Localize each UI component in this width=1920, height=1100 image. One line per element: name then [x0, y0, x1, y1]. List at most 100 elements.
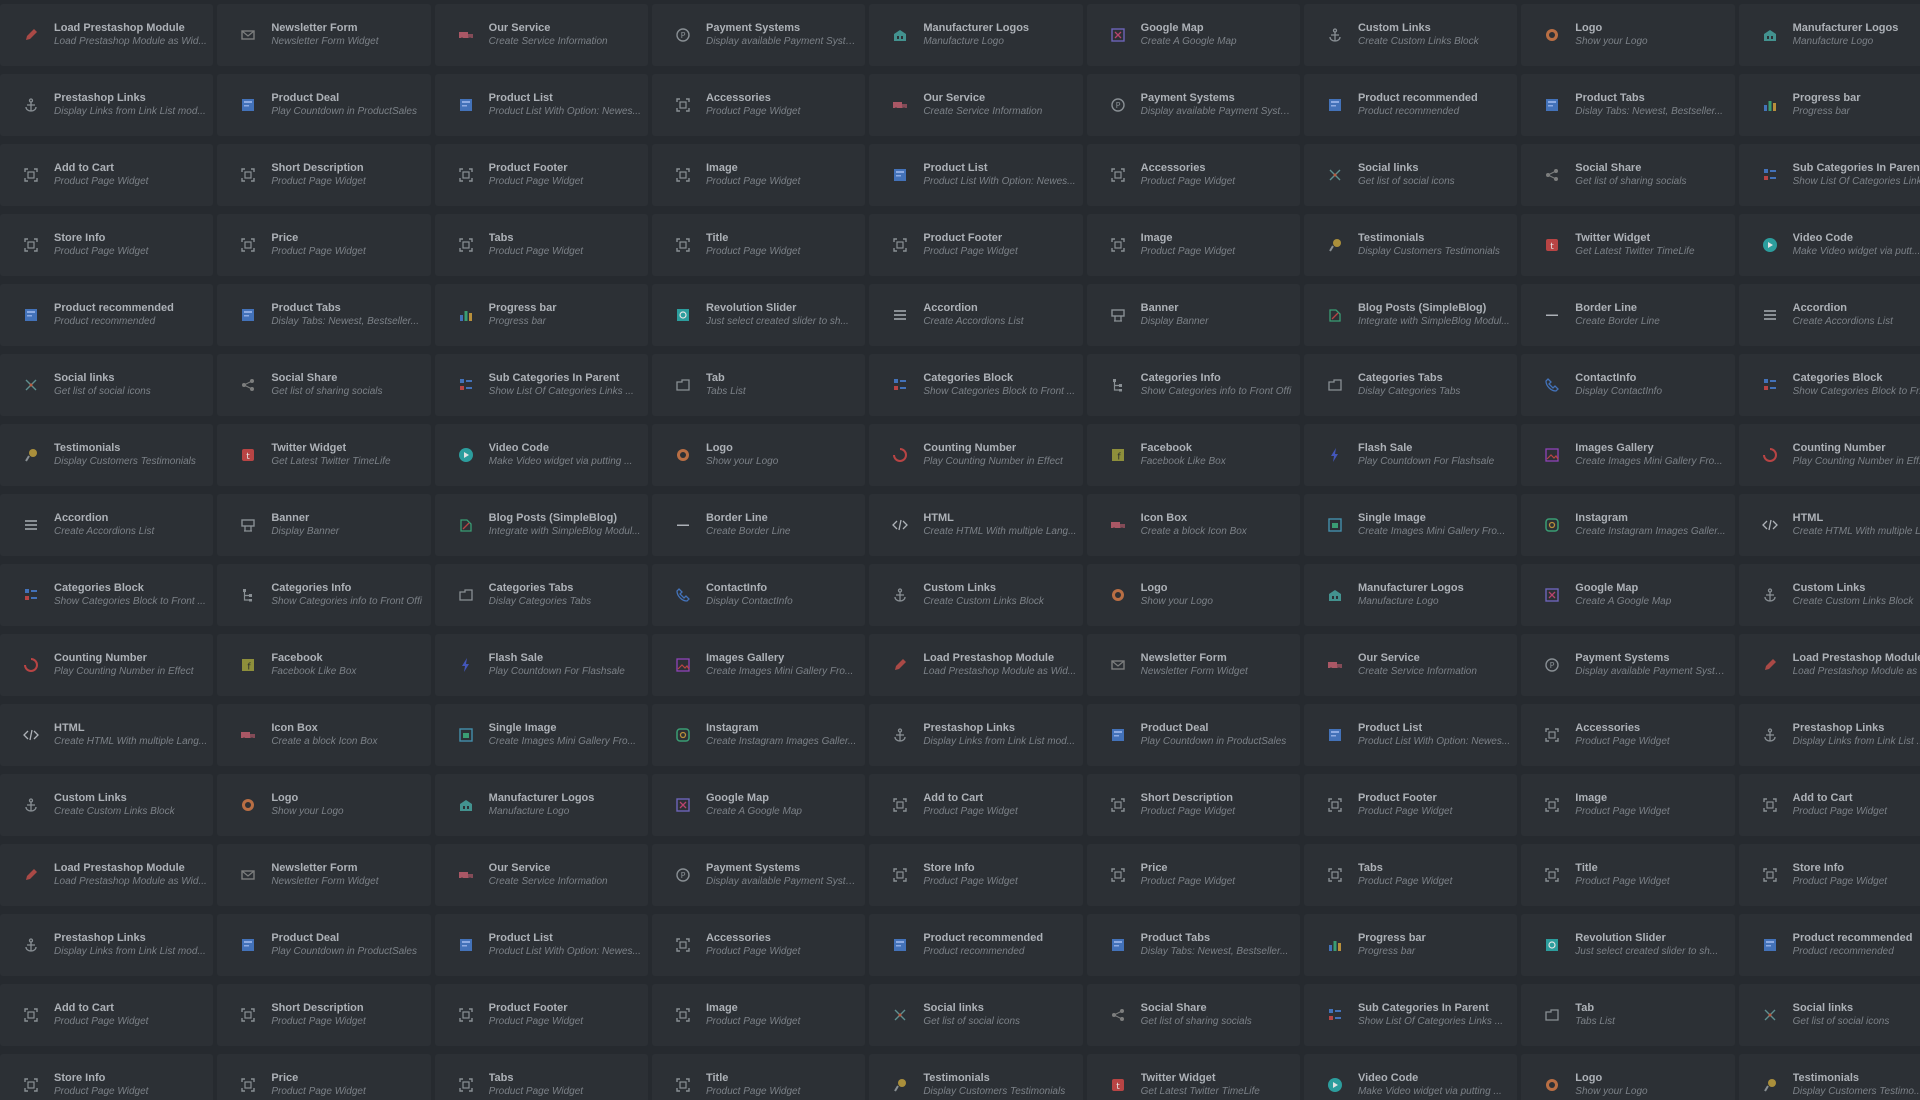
widget-tile[interactable]: Border Line Create Border Line [651, 494, 866, 556]
widget-tile[interactable]: ContactInfo Display ContactInfo [1521, 354, 1735, 416]
widget-tile[interactable]: Manufacturer Logos Manufacture Logo [1303, 564, 1518, 626]
widget-tile[interactable]: Accessories Product Page Widget [1521, 704, 1735, 766]
widget-tile[interactable]: Google Map Create A Google Map [651, 774, 866, 836]
widget-tile[interactable]: Product Footer Product Page Widget [434, 984, 648, 1046]
widget-tile[interactable]: Newsletter Form Newsletter Form Widget [217, 4, 431, 66]
widget-tile[interactable]: Product recommended Product recommended [0, 284, 214, 346]
widget-tile[interactable]: Counting Number Play Counting Number in E… [869, 424, 1083, 486]
widget-tile[interactable]: Product Deal Play Countdown in ProductSal… [217, 914, 431, 976]
widget-tile[interactable]: Prestashop Links Display Links from Link … [869, 704, 1083, 766]
widget-tile[interactable]: Image Product Page Widget [1086, 214, 1300, 276]
widget-tile[interactable]: Blog Posts (SimpleBlog) Integrate with Si… [1303, 284, 1518, 346]
widget-tile[interactable]: f Facebook Facebook Like Box [217, 634, 431, 696]
widget-tile[interactable]: Custom Links Create Custom Links Block [1738, 564, 1920, 626]
widget-tile[interactable]: Prestashop Links Display Links from Link … [0, 914, 214, 976]
widget-tile[interactable]: Blog Posts (SimpleBlog) Integrate with Si… [434, 494, 648, 556]
widget-tile[interactable]: Load Prestashop Module Load Prestashop Mo… [869, 634, 1083, 696]
widget-tile[interactable]: Testimonials Display Customers Testimonia… [0, 424, 214, 486]
widget-tile[interactable]: Social links Get list of social icons [1738, 984, 1920, 1046]
widget-tile[interactable]: Newsletter Form Newsletter Form Widget [1086, 634, 1300, 696]
widget-tile[interactable]: Store Info Product Page Widget [0, 214, 214, 276]
widget-tile[interactable]: Product recommended Product recommended [1738, 914, 1920, 976]
widget-tile[interactable]: Newsletter Form Newsletter Form Widget [217, 844, 431, 906]
widget-tile[interactable]: Product List Product List With Option: Ne… [434, 74, 648, 136]
widget-tile[interactable]: Our Service Create Service Information [1303, 634, 1518, 696]
widget-tile[interactable]: Counting Number Play Counting Number in E… [1738, 424, 1920, 486]
widget-tile[interactable]: HTML Create HTML With multiple L... [1738, 494, 1920, 556]
widget-tile[interactable]: HTML Create HTML With multiple Lang... [869, 494, 1083, 556]
widget-tile[interactable]: t Twitter Widget Get Latest Twitter TimeLi… [1086, 1054, 1300, 1100]
widget-tile[interactable]: Categories Info Show Categories info to F… [217, 564, 431, 626]
widget-tile[interactable]: Short Description Product Page Widget [1086, 774, 1300, 836]
widget-tile[interactable]: t Twitter Widget Get Latest Twitter TimeLi… [1521, 214, 1735, 276]
widget-tile[interactable]: Tabs Product Page Widget [434, 1054, 648, 1100]
widget-tile[interactable]: Video Code Make Video widget via putting … [434, 424, 648, 486]
widget-tile[interactable]: P Payment Systems Display available Paymen… [1521, 634, 1735, 696]
widget-tile[interactable]: Prestashop Links Display Links from Link … [0, 74, 214, 136]
widget-tile[interactable]: Manufacturer Logos Manufacture Logo [869, 4, 1083, 66]
widget-tile[interactable]: Google Map Create A Google Map [1521, 564, 1735, 626]
widget-tile[interactable]: Logo Show your Logo [1086, 564, 1300, 626]
widget-tile[interactable]: Custom Links Create Custom Links Block [0, 774, 214, 836]
widget-tile[interactable]: Social links Get list of social icons [869, 984, 1083, 1046]
widget-tile[interactable]: Progress bar Progress bar [1303, 914, 1518, 976]
widget-tile[interactable]: Flash Sale Play Countdown For Flashsale [434, 634, 648, 696]
widget-tile[interactable]: Tabs Product Page Widget [434, 214, 648, 276]
widget-tile[interactable]: Progress bar Progress bar [1738, 74, 1920, 136]
widget-tile[interactable]: Categories Tabs Dislay Categories Tabs [434, 564, 648, 626]
widget-tile[interactable]: Tab Tabs List [651, 354, 866, 416]
widget-tile[interactable]: Price Product Page Widget [217, 214, 431, 276]
widget-tile[interactable]: Categories Info Show Categories info to F… [1086, 354, 1300, 416]
widget-tile[interactable]: Categories Block Show Categories Block to… [1738, 354, 1920, 416]
widget-tile[interactable]: Custom Links Create Custom Links Block [1303, 4, 1518, 66]
widget-tile[interactable]: Manufacturer Logos Manufacture Logo [1738, 4, 1920, 66]
widget-tile[interactable]: Social links Get list of social icons [0, 354, 214, 416]
widget-tile[interactable]: Revolution Slider Just select created sli… [1521, 914, 1735, 976]
widget-tile[interactable]: Add to Cart Product Page Widget [0, 144, 214, 206]
widget-tile[interactable]: Product Footer Product Page Widget [1303, 774, 1518, 836]
widget-tile[interactable]: HTML Create HTML With multiple Lang... [0, 704, 214, 766]
widget-tile[interactable]: Title Product Page Widget [651, 214, 866, 276]
widget-tile[interactable]: Video Code Make Video widget via putting … [1303, 1054, 1518, 1100]
widget-tile[interactable]: Our Service Create Service Information [869, 74, 1083, 136]
widget-tile[interactable]: Short Description Product Page Widget [217, 984, 431, 1046]
widget-tile[interactable]: Image Product Page Widget [651, 984, 866, 1046]
widget-tile[interactable]: Image Product Page Widget [651, 144, 866, 206]
widget-tile[interactable]: Counting Number Play Counting Number in E… [0, 634, 214, 696]
widget-tile[interactable]: Testimonials Display Customers Testimonia… [1303, 214, 1518, 276]
widget-tile[interactable]: Tabs Product Page Widget [1303, 844, 1518, 906]
widget-tile[interactable]: Product Deal Play Countdown in ProductSal… [217, 74, 431, 136]
widget-tile[interactable]: Load Prestashop Module Load Prestashop Mo… [0, 844, 214, 906]
widget-tile[interactable]: Load Prestashop Module Load Prestashop Mo… [0, 4, 214, 66]
widget-tile[interactable]: Accessories Product Page Widget [651, 74, 866, 136]
widget-tile[interactable]: Accordion Create Accordions List [0, 494, 214, 556]
widget-tile[interactable]: Store Info Product Page Widget [869, 844, 1083, 906]
widget-tile[interactable]: Product recommended Product recommended [1303, 74, 1518, 136]
widget-tile[interactable]: Add to Cart Product Page Widget [869, 774, 1083, 836]
widget-tile[interactable]: Icon Box Create a block Icon Box [1086, 494, 1300, 556]
widget-tile[interactable]: Social links Get list of social icons [1303, 144, 1518, 206]
widget-tile[interactable]: Logo Show your Logo [217, 774, 431, 836]
widget-tile[interactable]: Product Footer Product Page Widget [434, 144, 648, 206]
widget-tile[interactable]: t Twitter Widget Get Latest Twitter TimeLi… [217, 424, 431, 486]
widget-tile[interactable]: Images Gallery Create Images Mini Gallery… [651, 634, 866, 696]
widget-tile[interactable]: Icon Box Create a block Icon Box [217, 704, 431, 766]
widget-tile[interactable]: Add to Cart Product Page Widget [0, 984, 214, 1046]
widget-tile[interactable]: Logo Show your Logo [1521, 1054, 1735, 1100]
widget-tile[interactable]: Price Product Page Widget [217, 1054, 431, 1100]
widget-tile[interactable]: Title Product Page Widget [651, 1054, 866, 1100]
widget-tile[interactable]: Price Product Page Widget [1086, 844, 1300, 906]
widget-tile[interactable]: Revolution Slider Just select created sli… [651, 284, 866, 346]
widget-tile[interactable]: P Payment Systems Display available Paymen… [651, 844, 866, 906]
widget-tile[interactable]: Google Map Create A Google Map [1086, 4, 1300, 66]
widget-tile[interactable]: Flash Sale Play Countdown For Flashsale [1303, 424, 1518, 486]
widget-tile[interactable]: Tab Tabs List [1521, 984, 1735, 1046]
widget-tile[interactable]: Product Tabs Dislay Tabs: Newest, Bestsel… [217, 284, 431, 346]
widget-tile[interactable]: Video Code Make Video widget via putt... [1738, 214, 1920, 276]
widget-tile[interactable]: Sub Categories In Parent Show List Of Cat… [1303, 984, 1518, 1046]
widget-tile[interactable]: Categories Tabs Dislay Categories Tabs [1303, 354, 1518, 416]
widget-tile[interactable]: P Payment Systems Display available Paymen… [1086, 74, 1300, 136]
widget-tile[interactable]: ContactInfo Display ContactInfo [651, 564, 866, 626]
widget-tile[interactable]: Product List Product List With Option: Ne… [434, 914, 648, 976]
widget-tile[interactable]: Social Share Get list of sharing socials [217, 354, 431, 416]
